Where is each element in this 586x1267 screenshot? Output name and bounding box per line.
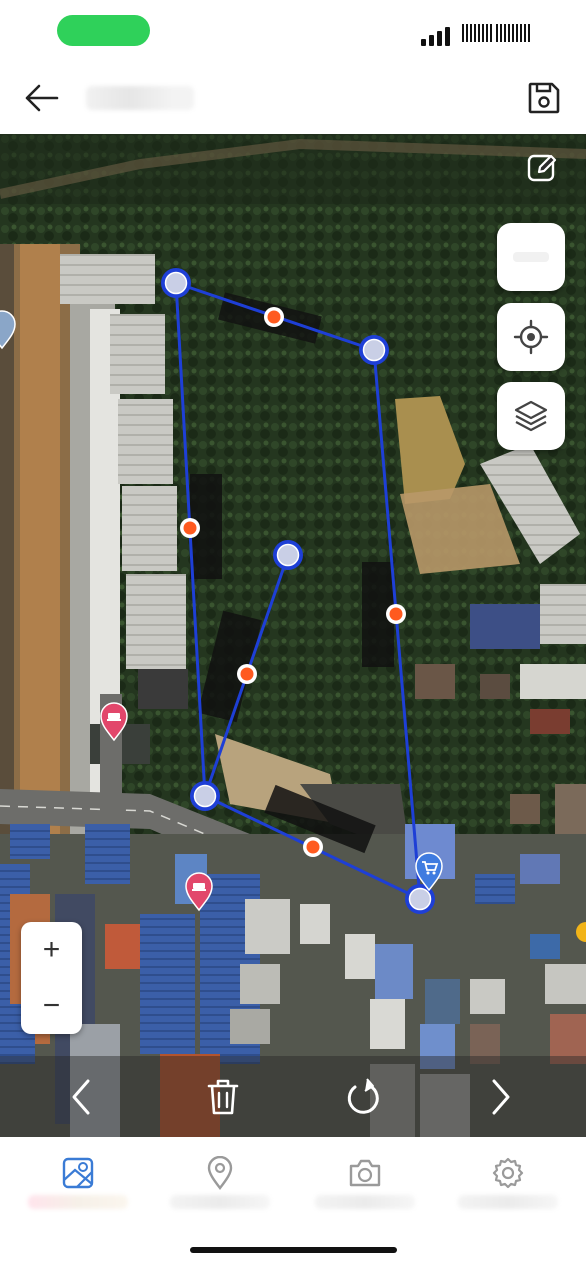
edge-midpoint-handle[interactable] [180, 518, 200, 538]
blank-button[interactable] [497, 223, 565, 291]
map-area-icon [62, 1157, 94, 1189]
nav-label-camera [315, 1195, 415, 1209]
edge-midpoint-handle[interactable] [264, 307, 284, 327]
previous-button[interactable] [58, 1074, 104, 1120]
nav-label-location [170, 1195, 270, 1209]
polygon-vertex-handle[interactable] [273, 540, 303, 570]
polygon-vertex-handle[interactable] [359, 335, 389, 365]
nav-item-map-measure[interactable] [18, 1145, 138, 1225]
chevron-right-icon [492, 1079, 510, 1115]
zoom-out-button[interactable]: − [21, 978, 82, 1034]
edge-midpoint-handle[interactable] [237, 664, 257, 684]
next-button[interactable] [478, 1074, 524, 1120]
nav-label-settings [458, 1195, 558, 1209]
polygon-vertex-handle[interactable] [161, 268, 191, 298]
camera-icon [349, 1159, 381, 1187]
carrier-indicator [462, 22, 540, 44]
polygon-vertex-handle[interactable] [190, 781, 220, 811]
call-indicator-pill [57, 15, 150, 46]
back-button[interactable] [20, 78, 62, 118]
nav-label-map-measure [28, 1195, 128, 1209]
signal-icon [421, 26, 455, 46]
undo-button[interactable] [340, 1074, 386, 1120]
status-bar [0, 0, 586, 62]
zoom-in-button[interactable]: + [21, 922, 82, 978]
satellite-map[interactable]: + − [0, 134, 586, 1137]
layers-button[interactable] [497, 382, 565, 450]
edge-midpoint-handle[interactable] [303, 837, 323, 857]
edit-toolbar [0, 1056, 586, 1137]
edge-midpoint-handle[interactable] [386, 604, 406, 624]
app-bar [0, 62, 586, 134]
save-disk-icon [528, 82, 560, 114]
nav-item-camera[interactable] [305, 1145, 425, 1225]
arrow-left-icon [25, 84, 59, 112]
crosshair-icon [513, 319, 549, 355]
trash-icon [207, 1079, 239, 1115]
edit-button[interactable] [522, 148, 562, 186]
my-location-button[interactable] [497, 303, 565, 371]
location-pin-icon [207, 1156, 233, 1190]
gear-icon [492, 1157, 524, 1189]
edit-pencil-icon [527, 154, 557, 182]
layers-icon [514, 400, 548, 432]
nav-item-settings[interactable] [448, 1145, 568, 1225]
zoom-control: + − [21, 922, 82, 1034]
blank-placeholder [513, 252, 549, 262]
page-title [86, 86, 194, 110]
delete-button[interactable] [200, 1074, 246, 1120]
nav-item-location[interactable] [160, 1145, 280, 1225]
undo-icon [347, 1078, 379, 1114]
save-button[interactable] [522, 78, 566, 118]
home-indicator [190, 1247, 397, 1253]
chevron-left-icon [72, 1079, 90, 1115]
satellite-imagery [0, 134, 586, 1137]
bottom-navigation [0, 1137, 586, 1267]
